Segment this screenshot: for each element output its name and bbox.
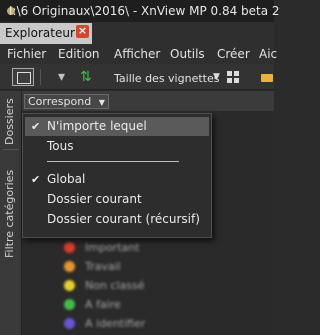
menu-option-global[interactable]: ✔ Global — [25, 170, 209, 189]
menu-fichier[interactable]: Fichier — [7, 47, 46, 61]
toolbar: ▾ ⇅ Taille des vignettes ▼ — [0, 64, 274, 90]
view-mode-icon[interactable] — [226, 68, 242, 86]
tab-dossiers[interactable]: Dossiers — [3, 97, 19, 147]
refresh-icon[interactable]: ⇅ — [80, 68, 96, 86]
category-item[interactable]: A identifier — [64, 316, 145, 330]
tab-filtre-categories[interactable]: Filtre catégories — [3, 153, 19, 275]
navigate-icon[interactable]: ▾ — [58, 68, 78, 86]
fullscreen-icon[interactable] — [12, 68, 34, 86]
menu-edition[interactable]: Edition — [58, 47, 100, 61]
divider — [3, 149, 19, 150]
check-icon: ✔ — [31, 120, 41, 133]
side-panel-tabs: Dossiers Filtre catégories — [0, 91, 22, 335]
menu-separator — [47, 161, 179, 162]
thumbnail-size-dropdown[interactable]: Taille des vignettes — [114, 72, 219, 85]
filter-mode-menu: ✔ N'importe lequel Tous ✔ Global Dossier… — [22, 113, 212, 238]
chevron-down-icon: ▼ — [98, 98, 105, 107]
filter-mode-label: Correspond — [28, 95, 92, 108]
category-dot-icon — [64, 279, 75, 291]
category-dot-icon — [64, 260, 75, 272]
check-icon: ✔ — [31, 173, 41, 186]
toolbar-separator — [40, 69, 41, 85]
category-item[interactable]: Travail — [64, 259, 121, 273]
category-item[interactable]: Non classé — [64, 278, 145, 292]
filter-bar: Correspond ▼ — [22, 91, 274, 111]
category-dot-icon — [64, 241, 75, 253]
title-bar: I:\6 Originaux\2016\ - XnView MP 0.84 be… — [0, 0, 280, 22]
folder-icon[interactable] — [260, 68, 274, 86]
menu-bar: Fichier Edition Afficher Outils Créer Ai… — [0, 44, 277, 64]
chevron-down-icon[interactable]: ▼ — [213, 72, 220, 82]
tab-bar: Explorateur — [0, 22, 274, 44]
menu-aide[interactable]: Aic — [259, 47, 277, 61]
menu-afficher[interactable]: Afficher — [114, 47, 160, 61]
menu-option-all[interactable]: Tous — [25, 137, 209, 156]
category-dot-icon — [64, 298, 75, 310]
category-item[interactable]: Important — [64, 240, 140, 254]
category-dot-icon — [64, 317, 75, 329]
tab-close-icon[interactable]: × — [76, 25, 89, 38]
category-item[interactable]: A faire — [64, 297, 121, 311]
menu-outils[interactable]: Outils — [170, 47, 205, 61]
menu-option-current-folder-recursive[interactable]: Dossier courant (récursif) — [25, 210, 209, 229]
filter-mode-dropdown[interactable]: Correspond ▼ — [24, 94, 109, 109]
menu-option-current-folder[interactable]: Dossier courant — [25, 190, 209, 209]
menu-option-any[interactable]: ✔ N'importe lequel — [25, 117, 209, 136]
window-title: I:\6 Originaux\2016\ - XnView MP 0.84 be… — [9, 4, 280, 18]
menu-creer[interactable]: Créer — [217, 47, 250, 61]
